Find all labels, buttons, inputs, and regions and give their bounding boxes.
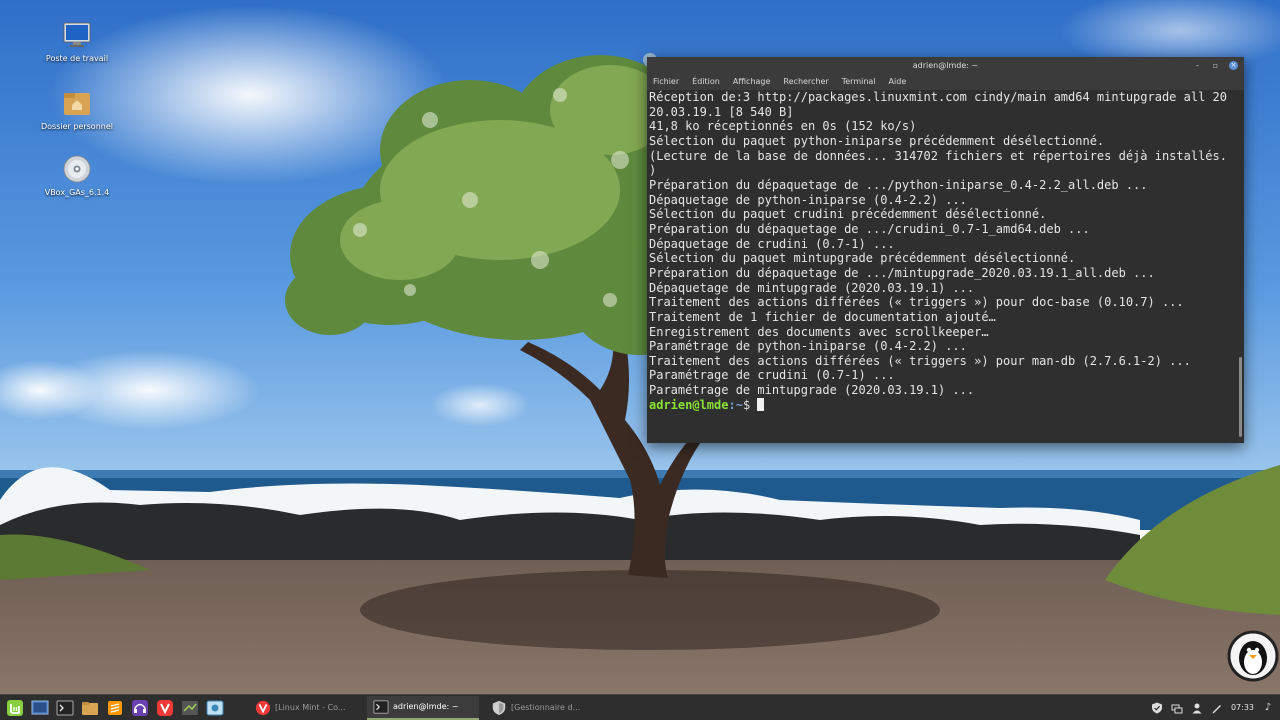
show-desktop-icon — [31, 700, 49, 714]
synaptic-launcher[interactable] — [180, 698, 200, 718]
terminal-line: Réception de:3 http://packages.linuxmint… — [649, 90, 1227, 104]
terminal-line: Préparation du dépaquetage de .../crudin… — [649, 221, 1090, 236]
show-desktop-button[interactable] — [30, 698, 50, 718]
audio-launcher[interactable] — [130, 698, 150, 718]
sublime-icon — [108, 700, 122, 715]
menu-terminal[interactable]: Terminal — [842, 74, 876, 90]
terminal-icon — [373, 699, 389, 714]
terminal-output[interactable]: Réception de:3 http://packages.linuxmint… — [649, 90, 1236, 439]
terminal-line: Préparation du dépaquetage de .../mintup… — [649, 265, 1155, 280]
terminal-line: 41,8 ko réceptionnés en 0s (152 ko/s) — [649, 119, 917, 134]
menu-rechercher[interactable]: Rechercher — [783, 74, 828, 90]
terminal-line: Préparation du dépaquetage de .../python… — [649, 177, 1148, 192]
terminal-launcher[interactable] — [55, 698, 75, 718]
desktop-icon-home-folder[interactable]: Dossier personnel — [32, 88, 122, 131]
terminal-line: Traitement de 1 fichier de documentation… — [649, 309, 996, 324]
terminal-line: Paramétrage de python-iniparse (0.4-2.2)… — [649, 339, 967, 354]
minimize-icon[interactable]: – — [1193, 61, 1202, 70]
terminal-line: Sélection du paquet python-iniparse préc… — [649, 133, 1105, 148]
text-cursor — [757, 397, 765, 411]
sublime-launcher[interactable] — [105, 698, 125, 718]
prompt-user: adrien@lmde — [649, 397, 729, 412]
shield-icon — [492, 700, 506, 715]
terminal-line: (Lecture de la base de données... 314702… — [649, 148, 1227, 163]
task-update-manager-window[interactable]: [Gestionnaire d... — [485, 696, 597, 720]
terminal-prompt-line[interactable]: adrien@lmde:~$ — [649, 397, 1236, 413]
prompt-path: :~ — [728, 397, 743, 412]
terminal-line: Dépaquetage de crudini (0.7-1) ... — [649, 236, 895, 251]
terminal-window[interactable]: adrien@lmde: ~ – ▫ × Fichier Édition Aff… — [647, 57, 1244, 443]
close-icon[interactable]: × — [1229, 61, 1238, 70]
home-folder-icon — [62, 88, 92, 118]
window-title: adrien@lmde: ~ — [912, 61, 979, 70]
terminal-line: Sélection du paquet crudini précédemment… — [649, 207, 1047, 222]
terminal-line: Traitement des actions différées (« trig… — [649, 353, 1191, 368]
optical-disc-icon — [62, 154, 92, 184]
prompt-symbol: $ — [742, 397, 758, 412]
terminal-line: Paramétrage de mintupgrade (2020.03.19.1… — [649, 383, 975, 398]
shield-check-icon[interactable] — [1151, 702, 1163, 714]
taskbar: [Linux Mint - Co... adrien@lmde: ~ [Gest… — [0, 694, 1280, 720]
terminal-titlebar[interactable]: adrien@lmde: ~ – ▫ × — [647, 57, 1244, 74]
terminal-line: Enregistrement des documents avec scroll… — [649, 324, 989, 339]
mint-menu-icon — [7, 699, 23, 716]
terminal-line: Dépaquetage de mintupgrade (2020.03.19.1… — [649, 280, 975, 295]
screenshot-icon — [206, 700, 224, 715]
clock[interactable]: 07:33 — [1231, 703, 1254, 712]
task-label: [Linux Mint - Co... — [275, 703, 346, 712]
screenshot-launcher[interactable] — [205, 698, 225, 718]
synaptic-icon — [182, 700, 198, 715]
terminal-line: 20.03.19.1 [8 540 B] — [649, 104, 794, 119]
task-label: adrien@lmde: ~ — [393, 702, 459, 711]
desktop-icon-computer[interactable]: Poste de travail — [32, 20, 122, 63]
system-tray: 07:33 ♪ — [1151, 702, 1280, 714]
menu-affichage[interactable]: Affichage — [733, 74, 771, 90]
terminal-line: Sélection du paquet mintupgrade précédem… — [649, 251, 1076, 266]
task-vivaldi-window[interactable]: [Linux Mint - Co... — [249, 696, 361, 720]
terminal-line: Traitement des actions différées (« trig… — [649, 295, 1184, 310]
vivaldi-launcher[interactable] — [155, 698, 175, 718]
pen-icon[interactable] — [1211, 702, 1223, 714]
penguin-mascot — [1226, 628, 1280, 684]
vivaldi-icon — [255, 700, 271, 715]
desktop-icon-label: VBox_GAs_6.1.4 — [44, 188, 110, 197]
mint-menu-button[interactable] — [5, 698, 25, 718]
files-launcher[interactable] — [80, 698, 100, 718]
task-label: [Gestionnaire d... — [511, 703, 581, 712]
headphones-icon — [132, 699, 148, 716]
terminal-scrollbar[interactable] — [1239, 357, 1242, 437]
desktop-icon-label: Dossier personnel — [40, 122, 113, 131]
menu-fichier[interactable]: Fichier — [653, 74, 679, 90]
menu-edition[interactable]: Édition — [692, 74, 720, 90]
terminal-line: Dépaquetage de python-iniparse (0.4-2.2)… — [649, 192, 967, 207]
computer-icon — [62, 20, 92, 50]
window-controls: – ▫ × — [1193, 57, 1238, 74]
terminal-line: Paramétrage de crudini (0.7-1) ... — [649, 368, 895, 383]
terminal-icon — [56, 700, 74, 715]
task-terminal-window[interactable]: adrien@lmde: ~ — [367, 695, 479, 720]
music-note-icon[interactable]: ♪ — [1262, 702, 1274, 714]
terminal-line: ) — [649, 163, 657, 178]
desktop-icon-vbox-disc[interactable]: VBox_GAs_6.1.4 — [32, 154, 122, 197]
terminal-menubar: Fichier Édition Affichage Rechercher Ter… — [647, 74, 1244, 90]
desktop-icon-label: Poste de travail — [45, 54, 109, 63]
network-icon[interactable] — [1171, 702, 1183, 714]
menu-aide[interactable]: Aide — [889, 74, 907, 90]
vivaldi-icon — [157, 699, 173, 716]
maximize-icon[interactable]: ▫ — [1211, 61, 1220, 70]
files-icon — [82, 701, 98, 715]
user-icon[interactable] — [1191, 702, 1203, 714]
